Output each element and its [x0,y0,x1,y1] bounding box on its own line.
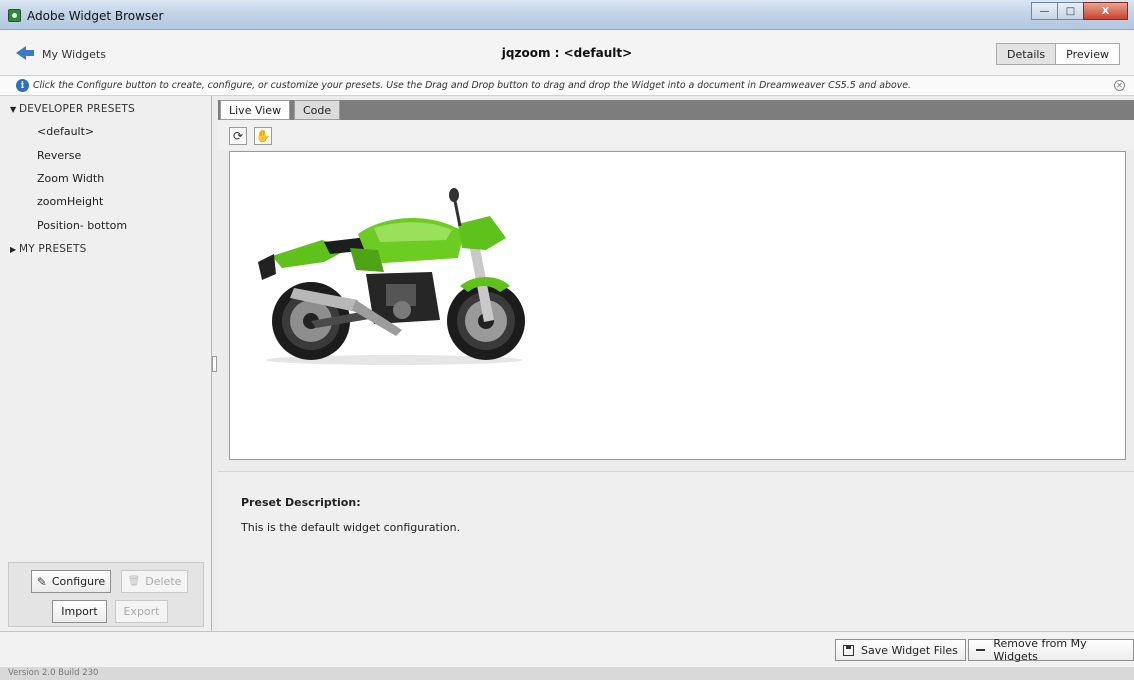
maximize-button[interactable]: □ [1057,2,1084,20]
preset-description-panel: Preset Description: This is the default … [218,471,1134,631]
minimize-button[interactable]: — [1031,2,1058,20]
developer-presets-label: DEVELOPER PRESETS [19,103,135,115]
preset-item-zoom-width[interactable]: Zoom Width [37,172,104,185]
developer-presets-group[interactable]: ▼ DEVELOPER PRESETS [10,103,135,115]
version-label: Version 2.0 Build 230 [8,668,99,678]
preset-item-default[interactable]: <default> [37,125,94,138]
live-view-preview [229,151,1126,460]
drag-drop-icon[interactable]: ✋ [254,127,272,145]
presets-sidebar: ▼ DEVELOPER PRESETS <default> Reverse Zoo… [0,96,212,631]
my-presets-label: MY PRESETS [19,243,87,255]
collapsed-triangle-icon: ▶ [10,245,17,254]
panel-splitter-handle[interactable] [212,356,217,372]
nav-bar: My Widgets jqzoom : <default> Details Pr… [0,30,1134,76]
bottom-toolbar: Save Widget Files Remove from My Widgets [0,631,1134,667]
remove-label: Remove from My Widgets [993,637,1087,663]
save-icon [843,644,854,656]
preset-description-title: Preset Description: [241,496,361,509]
preset-actions: ✎ Configure 🗑 Delete Import Export [8,562,204,627]
window-title: Adobe Widget Browser [27,9,164,23]
my-presets-group[interactable]: ▶ MY PRESETS [10,243,86,255]
window-controls: — □ X [1031,2,1128,22]
page-title: jqzoom : <default> [501,46,633,60]
info-icon: i [16,79,29,92]
view-tabs: Live View Code [218,100,1134,120]
view-toggle: Details Preview [996,43,1120,65]
export-button[interactable]: Export [115,600,168,623]
delete-label: Delete [145,575,182,588]
close-button[interactable]: X [1083,2,1128,20]
preset-item-position-bottom[interactable]: Position- bottom [37,219,127,232]
app-icon [8,9,21,22]
preview-button[interactable]: Preview [1055,43,1120,65]
preview-toolbar: ⟳ ✋ [218,120,1134,150]
trash-icon: 🗑 [127,576,141,587]
minus-icon [976,649,986,651]
close-info-icon[interactable]: ✕ [1114,80,1125,91]
refresh-icon[interactable]: ⟳ [229,127,247,145]
status-bar: Version 2.0 Build 230 [0,667,1134,680]
expand-triangle-icon: ▼ [10,105,17,114]
preset-description-text: This is the default widget configuration… [241,521,461,534]
tab-code[interactable]: Code [294,100,341,120]
delete-button[interactable]: 🗑 Delete [121,570,188,593]
info-message: Click the Configure button to create, co… [33,80,912,91]
tab-live-view[interactable]: Live View [220,100,291,120]
save-widget-files-label: Save Widget Files [861,643,958,657]
preset-item-zoom-height[interactable]: zoomHeight [37,195,103,208]
pencil-icon: ✎ [36,574,47,589]
remove-from-my-widgets-button[interactable]: Remove from My Widgets [968,637,1134,663]
configure-button[interactable]: ✎ Configure [31,570,111,593]
info-bar: i Click the Configure button to create, … [0,76,1134,96]
save-widget-files-button[interactable]: Save Widget Files [835,639,966,661]
configure-label: Configure [51,575,106,588]
import-button[interactable]: Import [52,600,107,623]
window-title-bar: Adobe Widget Browser — □ X [0,0,1134,30]
preset-item-reverse[interactable]: Reverse [37,149,81,162]
motorcycle-image [258,188,525,365]
details-button[interactable]: Details [996,43,1057,65]
